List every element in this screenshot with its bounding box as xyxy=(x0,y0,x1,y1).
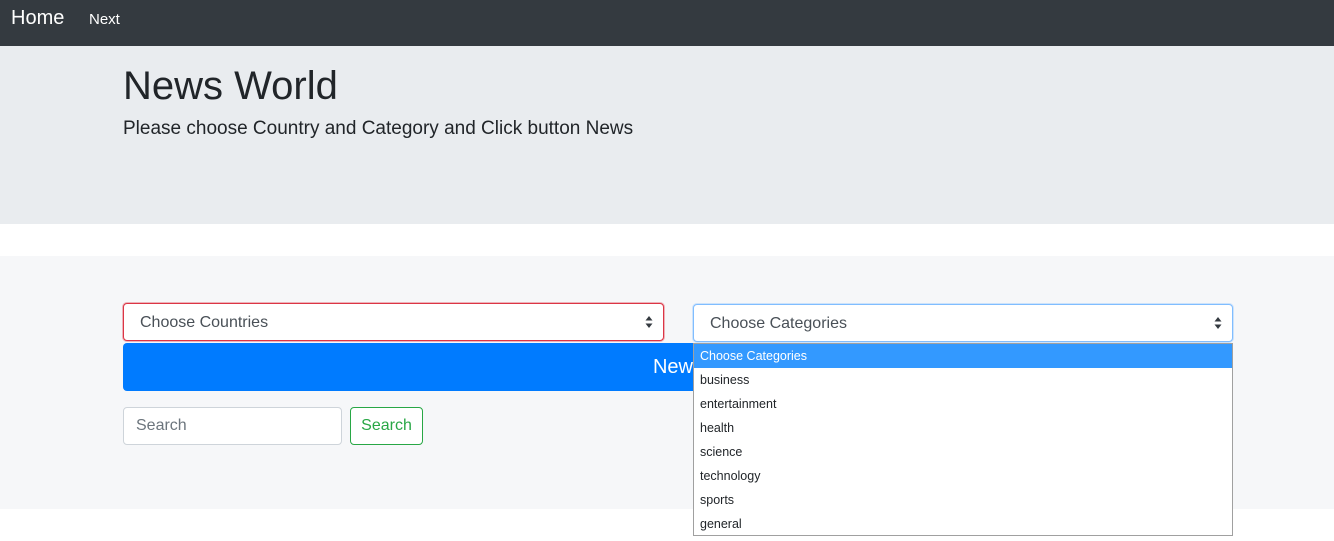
category-select-value: Choose Categories xyxy=(710,315,847,332)
navbar: Home Next xyxy=(0,0,1334,46)
dropdown-option-health[interactable]: health xyxy=(694,416,1232,440)
country-select-value: Choose Countries xyxy=(140,314,269,331)
dropdown-option-entertainment[interactable]: entertainment xyxy=(694,392,1232,416)
nav-home-link[interactable]: Home xyxy=(11,7,64,30)
select-updown-icon xyxy=(1214,317,1222,329)
dropdown-option-technology[interactable]: technology xyxy=(694,464,1232,488)
dropdown-option-business[interactable]: business xyxy=(694,368,1232,392)
page-title: News World xyxy=(123,64,338,108)
country-select[interactable]: Choose Countries xyxy=(123,303,664,341)
category-dropdown-list: Choose Categories business entertainment… xyxy=(693,343,1233,536)
page-lead-text: Please choose Country and Category and C… xyxy=(123,118,634,139)
select-updown-icon xyxy=(645,316,653,328)
dropdown-option-sports[interactable]: sports xyxy=(694,488,1232,512)
nav-next-link[interactable]: Next xyxy=(89,11,120,28)
dropdown-option-choose-categories[interactable]: Choose Categories xyxy=(694,344,1232,368)
category-select[interactable]: Choose Categories xyxy=(693,304,1233,342)
search-button[interactable]: Search xyxy=(350,407,423,445)
dropdown-option-science[interactable]: science xyxy=(694,440,1232,464)
jumbotron: News World Please choose Country and Cat… xyxy=(0,46,1334,224)
dropdown-option-general[interactable]: general xyxy=(694,512,1232,536)
search-input[interactable] xyxy=(123,407,342,445)
